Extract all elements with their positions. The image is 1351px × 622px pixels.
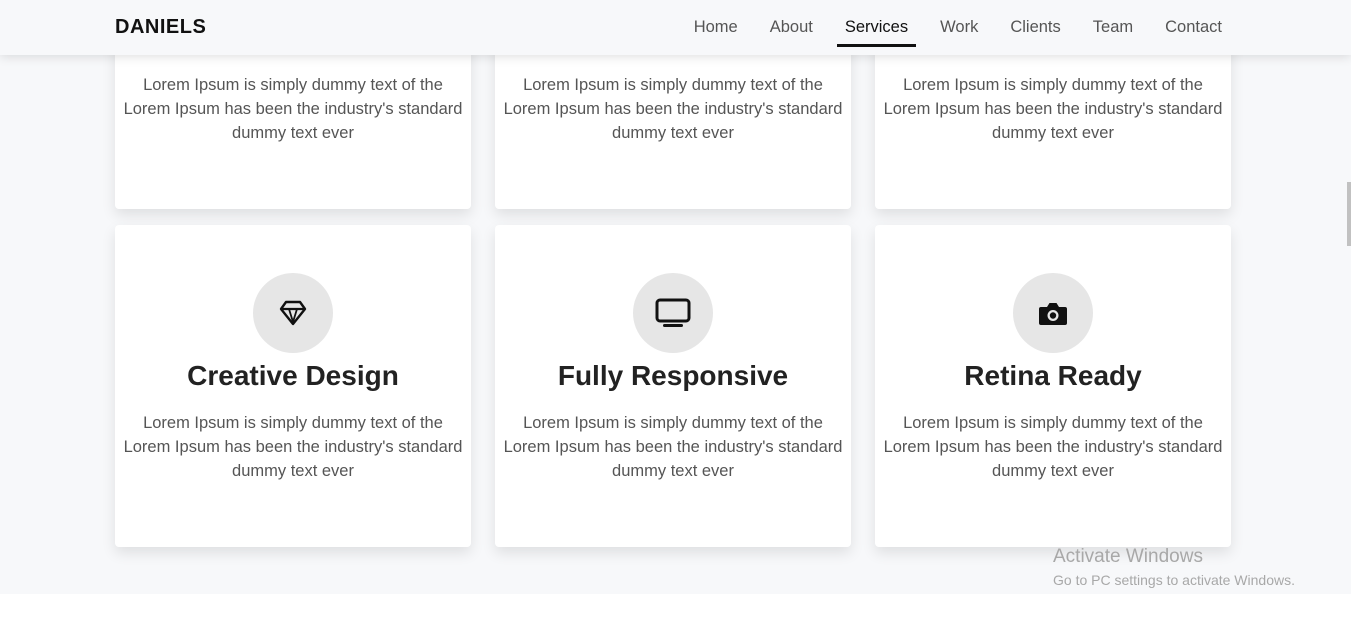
- service-card-text: Lorem Ipsum is simply dummy text of the …: [503, 414, 843, 480]
- main-nav: Home About Services Work Clients Team Co…: [670, 0, 1230, 55]
- watermark-title: Activate Windows: [1053, 546, 1203, 567]
- watermark-subtitle: Go to PC settings to activate Windows.: [1053, 572, 1295, 588]
- nav-item-team[interactable]: Team: [1085, 0, 1141, 47]
- activate-windows-watermark: Activate Windows Go to PC settings to ac…: [1053, 546, 1295, 588]
- icon-circle: [633, 273, 713, 353]
- service-card-text: Lorem Ipsum is simply dummy text of the …: [883, 76, 1223, 142]
- service-card-text: Lorem Ipsum is simply dummy text of the …: [123, 76, 463, 142]
- top-navbar: DANIELS Home About Services Work Clients…: [0, 0, 1351, 55]
- service-card-title: Creative Design: [187, 360, 399, 391]
- icon-circle: [253, 273, 333, 353]
- nav-item-home[interactable]: Home: [686, 0, 746, 47]
- page-background: Lorem Ipsum is simply dummy text of the …: [0, 0, 1351, 594]
- nav-item-about[interactable]: About: [762, 0, 821, 47]
- camera-icon: [1039, 303, 1067, 325]
- service-card-text: Lorem Ipsum is simply dummy text of the …: [883, 414, 1223, 480]
- brand-logo[interactable]: DANIELS: [115, 16, 206, 39]
- scrollbar-thumb[interactable]: [1347, 182, 1351, 246]
- service-card-title: Retina Ready: [964, 360, 1142, 391]
- nav-item-clients[interactable]: Clients: [1002, 0, 1068, 47]
- services-row-bottom: Creative Design Lorem Ipsum is simply du…: [115, 225, 1231, 547]
- service-card-retina-ready: Retina Ready Lorem Ipsum is simply dummy…: [875, 225, 1231, 547]
- nav-item-work[interactable]: Work: [932, 0, 986, 47]
- service-card-creative-design: Creative Design Lorem Ipsum is simply du…: [115, 225, 471, 547]
- icon-circle: [1013, 273, 1093, 353]
- service-card-title: Fully Responsive: [557, 360, 789, 391]
- diamond-icon: [279, 300, 307, 326]
- service-card-text: Lorem Ipsum is simply dummy text of the …: [503, 76, 843, 142]
- service-card-text: Lorem Ipsum is simply dummy text of the …: [123, 414, 463, 480]
- service-card-fully-responsive: Fully Responsive Lorem Ipsum is simply d…: [495, 225, 851, 547]
- nav-item-services[interactable]: Services: [836, 0, 917, 47]
- nav-item-contact[interactable]: Contact: [1157, 0, 1230, 47]
- monitor-icon: [655, 298, 691, 327]
